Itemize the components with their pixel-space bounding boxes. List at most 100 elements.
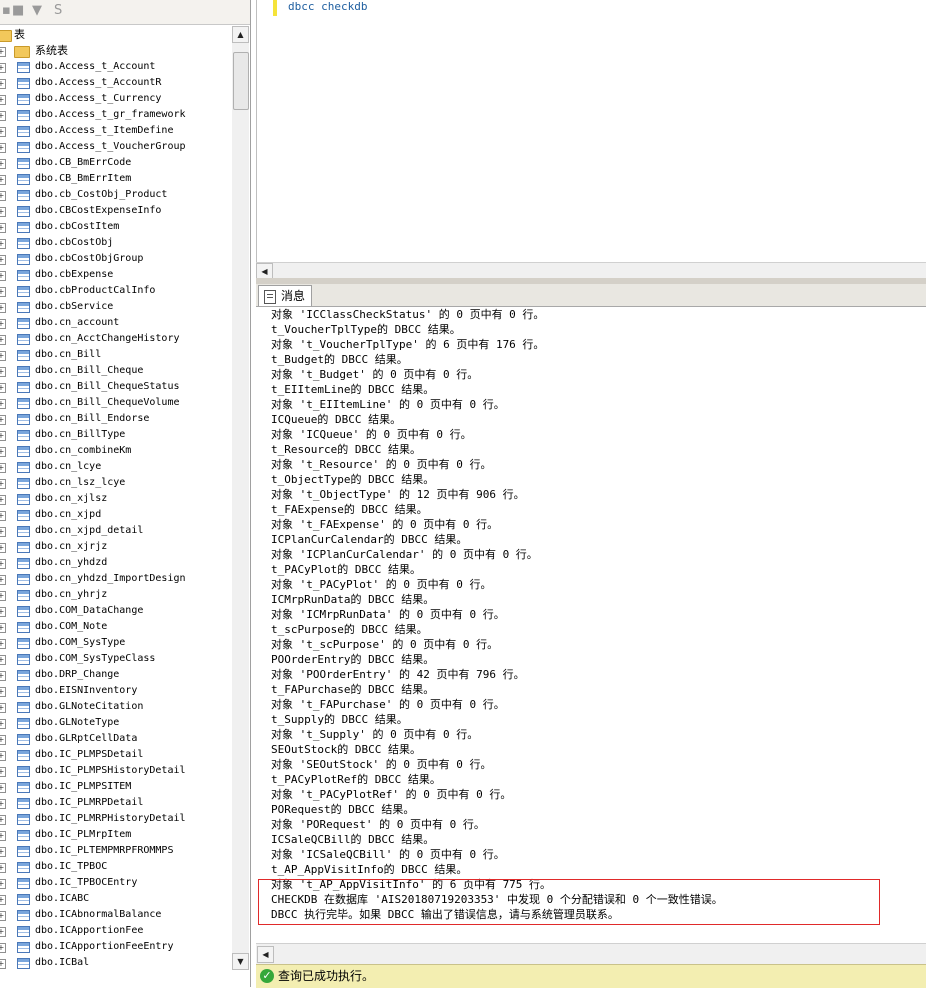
tree-item-table[interactable]: + dbo.CBCostExpenseInfo [0,203,232,219]
expand-icon[interactable]: + [0,895,6,905]
expand-icon[interactable]: + [0,783,6,793]
tree-item-table[interactable]: + dbo.ICApportionFeeEntry [0,939,232,955]
tree-item-table[interactable]: + dbo.COM_SysTypeClass [0,651,232,667]
expand-icon[interactable]: + [0,575,6,585]
expand-icon[interactable]: + [0,671,6,681]
tree-item-tables[interactable]: 表 [0,27,232,43]
expand-icon[interactable]: + [0,847,6,857]
tree-item-table[interactable]: + dbo.cn_combineKm [0,443,232,459]
expand-icon[interactable]: + [0,79,6,89]
tree-item-table[interactable]: + dbo.GLNoteCitation [0,699,232,715]
expand-icon[interactable]: + [0,175,6,185]
tree-item-table[interactable]: + dbo.cbExpense [0,267,232,283]
expand-icon[interactable]: + [0,463,6,473]
tree-item-table[interactable]: + dbo.cbCostItem [0,219,232,235]
scroll-left-button[interactable]: ◀ [257,946,274,963]
tree-item-table[interactable]: + dbo.ICApportionFee [0,923,232,939]
query-text[interactable]: dbcc checkdb [288,0,367,14]
expand-icon[interactable]: + [0,527,6,537]
expand-icon[interactable]: + [0,207,6,217]
expand-icon[interactable]: + [0,191,6,201]
expand-icon[interactable]: + [0,239,6,249]
expand-icon[interactable]: + [0,719,6,729]
messages-output[interactable]: 对象 'ICClassCheckStatus' 的 0 页中有 0 行。 t_Vo… [257,307,926,943]
messages-horizontal-scrollbar[interactable]: ◀ [256,943,926,964]
expand-icon[interactable]: + [0,303,6,313]
expand-icon[interactable]: + [0,767,6,777]
tree-item-table[interactable]: + dbo.ICABC [0,891,232,907]
expand-icon[interactable]: + [0,479,6,489]
tree-item-table[interactable]: + dbo.GLNoteType [0,715,232,731]
tree-item-table[interactable]: + dbo.cn_xjpd [0,507,232,523]
tree-item-table[interactable]: + dbo.cn_lsz_lcye [0,475,232,491]
tree-item-table[interactable]: + dbo.cn_xjlsz [0,491,232,507]
tree-item-table[interactable]: + dbo.COM_Note [0,619,232,635]
stop-icon[interactable]: ■ [12,4,24,18]
tree-item-table[interactable]: + dbo.cn_yhdzd [0,555,232,571]
tree-item-table[interactable]: + dbo.cbProductCalInfo [0,283,232,299]
tab-messages[interactable]: 消息 [258,285,313,306]
expand-icon[interactable]: + [0,223,6,233]
tree-item-table[interactable]: + dbo.DRP_Change [0,667,232,683]
tree-item-table[interactable]: + dbo.cn_account [0,315,232,331]
expand-icon[interactable]: + [0,63,6,73]
expand-icon[interactable]: + [0,959,6,969]
tree-item-system-tables[interactable]: + 系统表 [0,43,232,59]
tree-item-table[interactable]: + dbo.cbCostObjGroup [0,251,232,267]
tree-item-table[interactable]: + dbo.cn_Bill [0,347,232,363]
expand-icon[interactable]: + [0,95,6,105]
tree-item-table[interactable]: + dbo.IC_PLMPSHistoryDetail [0,763,232,779]
tree-item-table[interactable]: + dbo.EISNInventory [0,683,232,699]
query-editor[interactable] [256,0,926,276]
scroll-thumb[interactable] [233,52,249,110]
tree-item-table[interactable]: + dbo.cb_CostObj_Product [0,187,232,203]
tree-item-table[interactable]: + dbo.cn_yhrjz [0,587,232,603]
tree-item-table[interactable]: + dbo.cn_Bill_ChequeVolume [0,395,232,411]
tree-item-table[interactable]: + dbo.IC_PLMRPDetail [0,795,232,811]
tree-item-table[interactable]: + dbo.cn_Bill_Endorse [0,411,232,427]
expand-icon[interactable]: + [0,591,6,601]
tree-item-table[interactable]: + dbo.cn_Bill_Cheque [0,363,232,379]
expand-icon[interactable]: + [0,735,6,745]
tree-item-table[interactable]: + dbo.Access_t_AccountR [0,75,232,91]
tree-item-table[interactable]: + dbo.cn_Bill_ChequeStatus [0,379,232,395]
tree-item-table[interactable]: + dbo.IC_TPBOCEntry [0,875,232,891]
expand-icon[interactable]: + [0,383,6,393]
tree-item-table[interactable]: + dbo.cn_AcctChangeHistory [0,331,232,347]
expand-icon[interactable]: + [0,335,6,345]
tree-item-table[interactable]: + dbo.COM_SysType [0,635,232,651]
expand-icon[interactable]: + [0,319,6,329]
filter-icon[interactable]: ▼ [32,4,42,18]
expand-icon[interactable]: + [0,127,6,137]
tree-item-table[interactable]: + dbo.IC_PLMrpItem [0,827,232,843]
expand-icon[interactable]: + [0,927,6,937]
tree-item-table[interactable]: + dbo.COM_DataChange [0,603,232,619]
tree-item-table[interactable]: + dbo.IC_PLMRPHistoryDetail [0,811,232,827]
expand-icon[interactable]: + [0,255,6,265]
clear-filter-icon[interactable]: S [54,4,62,18]
expand-icon[interactable]: + [0,623,6,633]
expand-icon[interactable]: + [0,831,6,841]
tree-item-table[interactable]: + dbo.IC_PLMPSITEM [0,779,232,795]
table-tree[interactable]: 表 + 系统表 + dbo.Access_t_Account + dbo.Access_t_… [0,24,232,970]
expand-icon[interactable]: + [0,111,6,121]
tree-item-table[interactable]: + dbo.cn_yhdzd_ImportDesign [0,571,232,587]
expand-icon[interactable]: + [0,911,6,921]
tree-item-table[interactable]: + dbo.GLRptCellData [0,731,232,747]
expand-icon[interactable]: + [0,863,6,873]
expand-icon[interactable]: + [0,607,6,617]
expand-icon[interactable]: + [0,495,6,505]
tree-item-table[interactable]: + dbo.cbCostObj [0,235,232,251]
tree-item-table[interactable]: + dbo.IC_TPBOC [0,859,232,875]
expand-icon[interactable]: + [0,543,6,553]
expand-icon[interactable]: + [0,559,6,569]
expand-icon[interactable]: + [0,399,6,409]
expand-icon[interactable]: + [0,431,6,441]
tree-item-table[interactable]: + dbo.cn_BillType [0,427,232,443]
expand-icon[interactable]: + [0,447,6,457]
tree-item-table[interactable]: + dbo.cn_xjrjz [0,539,232,555]
expand-icon[interactable]: + [0,655,6,665]
scroll-down-button[interactable]: ▼ [232,953,249,970]
toolbar-left-icon[interactable]: ▪ [2,4,11,18]
expand-icon[interactable]: + [0,879,6,889]
